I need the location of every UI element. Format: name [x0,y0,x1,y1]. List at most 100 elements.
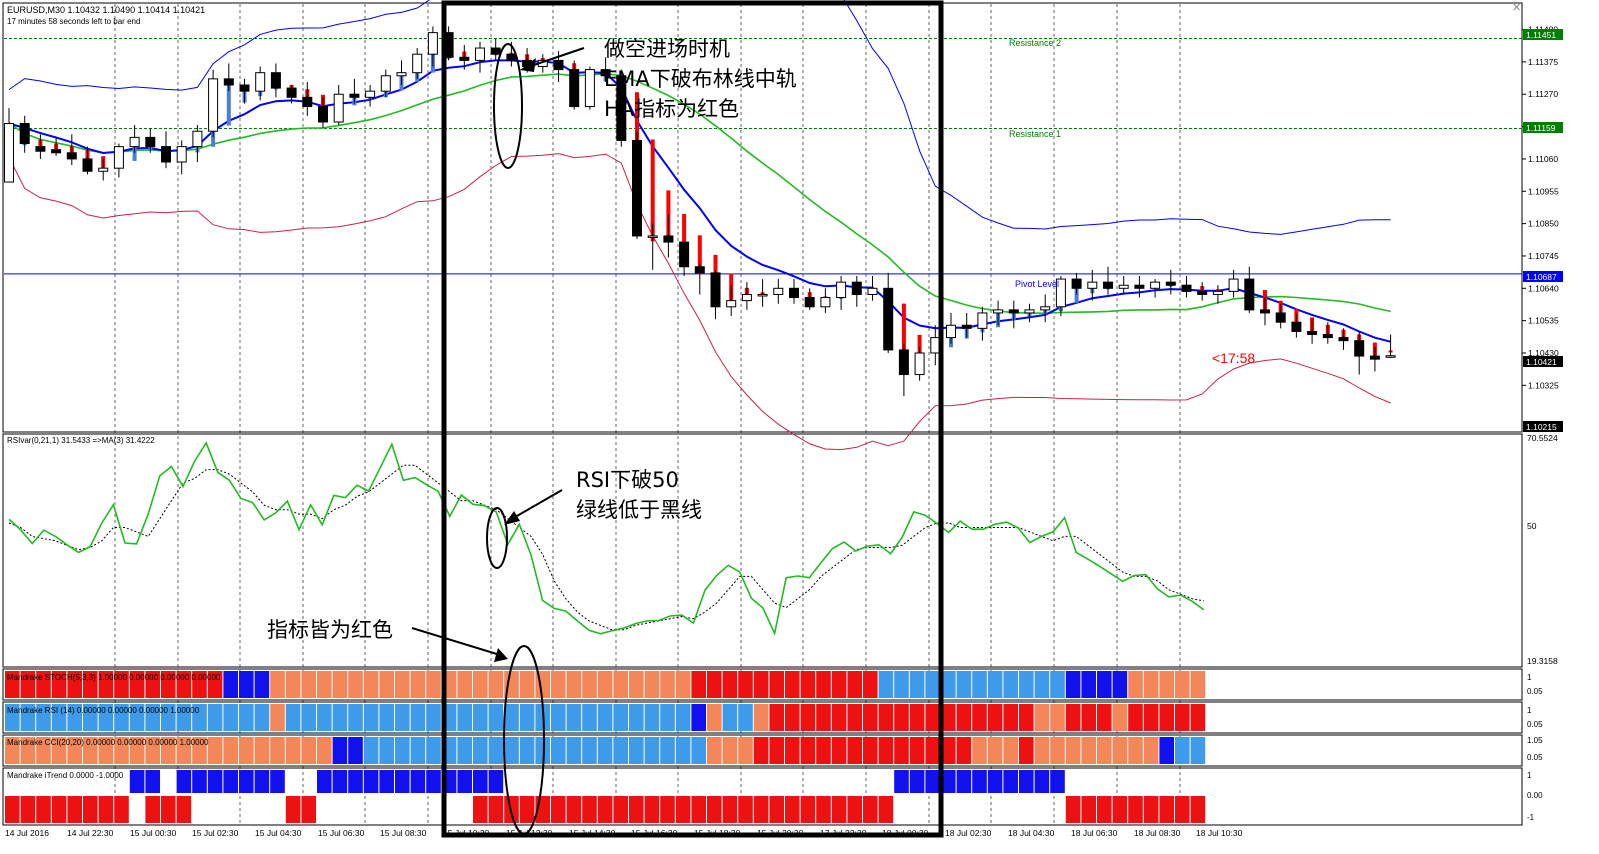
mandrake-bar [1159,671,1174,698]
time-axis-label: 15 Jul 00:30 [130,828,177,838]
itrend-down-bar [176,796,192,823]
itrend-down-bar [847,796,862,823]
itrend-down-bar [51,796,67,823]
price-tick-label: 1.11270 [1528,89,1558,99]
cci-label: Mandrake CCI(20,20) 0.00000 0.00000 0.00… [7,738,209,747]
rsi-bottom-value: 19.3158 [1527,656,1558,666]
countdown-label: <17:58 [1212,350,1255,366]
mandrake-bar [348,671,363,698]
candle-body [898,349,909,376]
mandrake-bar [613,704,628,731]
candle-body [223,78,234,86]
itrend-down-bar [1175,796,1190,823]
mandrake-bar [675,704,691,731]
mandrake-bar [1034,704,1050,731]
mandrake-bar [597,671,613,698]
itrend-down-bar [707,796,722,823]
mandrake-bar [753,671,769,698]
candle-body [1322,334,1333,339]
mandrake-bar [551,737,566,764]
mandrake-bar [1097,737,1112,764]
itrend-down-bar [753,796,769,823]
mandrake-bar [317,737,332,764]
candle-body [789,287,799,299]
time-axis-label: 18 Jul 10:30 [1196,828,1243,838]
itrend-down-bar [738,796,753,823]
mandrake-bar [707,737,722,764]
itrend-down-bar [660,796,675,823]
mt4-chart: 1.114801.113751.112701.111651.110601.109… [2,0,1563,838]
mandrake-bar [1019,737,1034,764]
candle-body [113,146,124,169]
mandrake-bar [1034,737,1050,764]
mandrake-bar [629,737,644,764]
candle-body [1071,278,1082,289]
mandrake-bar [239,704,254,731]
mandrake-bar [1128,737,1143,764]
mandrake-bar [909,704,925,731]
mandrake-bar [1175,671,1190,698]
mandrake-bar [207,737,223,764]
mandrake-bar [223,737,238,764]
itrend-down-bar [816,796,831,823]
itrend-down-bar [488,796,504,823]
mandrake-bar [1081,737,1096,764]
itrend-up-bar [129,770,145,793]
mandrake-bar [223,704,238,731]
candle-body [804,297,815,308]
mandrake-bar [519,671,535,698]
close-icon[interactable]: ✕ [1512,2,1521,14]
mandrake-bar [769,704,784,731]
price-tick-label: 1.10850 [1528,219,1559,229]
itrend-down-bar [1065,796,1081,823]
mandrake-bar [863,737,878,764]
itrend-up-bar [972,770,987,793]
time-axis-label: 18 Jul 06:30 [1071,828,1118,838]
itrend-up-bar [457,770,472,793]
mandrake-bar [956,737,972,764]
low-price: 1.10215 [1526,422,1557,432]
itrend-up-bar [254,770,270,793]
mandrake-bar [894,704,909,731]
mandrake-bar [1175,737,1190,764]
mandrake-bar [675,737,691,764]
itrend-down-bar [1112,796,1128,823]
mandrake-note: 指标皆为红色 [267,618,393,642]
mandrake-bar [1143,737,1159,764]
time-axis-label: 14 Jul 22:30 [67,828,114,838]
mandrake-bar [410,737,426,764]
mandrake-bar [972,737,987,764]
cci-scale-top: 1.05 [1527,736,1543,745]
mandrake-bar [254,704,270,731]
candle-body [1385,355,1396,358]
mandrake-bar [1143,704,1159,731]
mandrake-bar [551,671,566,698]
itrend-down-bar [831,796,847,823]
mandrake-bar [1112,737,1128,764]
mandrake-bar [691,737,706,764]
mandrake-bar [426,704,441,731]
candle-body [506,53,517,61]
candle-body [82,158,93,172]
candle-body [396,72,407,77]
mandrake-bar [1065,737,1081,764]
mandrake-bar [379,671,394,698]
mandrake-bar [1143,671,1159,698]
mandrake-bar [816,704,831,731]
candle-body [1275,312,1286,323]
mandrake-bar [457,704,472,731]
mandrake-bar [800,737,816,764]
mandrake-bar [1159,737,1174,764]
mandrake-bar [1050,737,1065,764]
time-axis-label: 15 Jul 08:30 [380,828,427,838]
candle-body [820,297,831,308]
candle-body [1008,309,1019,314]
candle-body [161,146,171,163]
mandrake-bar [332,737,348,764]
mandrake-bar [1097,671,1112,698]
mandrake-bar [270,737,285,764]
itrend-down-bar [800,796,816,823]
itrend-up-bar [332,770,348,793]
mandrake-bar [707,671,722,698]
mandrake-bar [1050,704,1065,731]
